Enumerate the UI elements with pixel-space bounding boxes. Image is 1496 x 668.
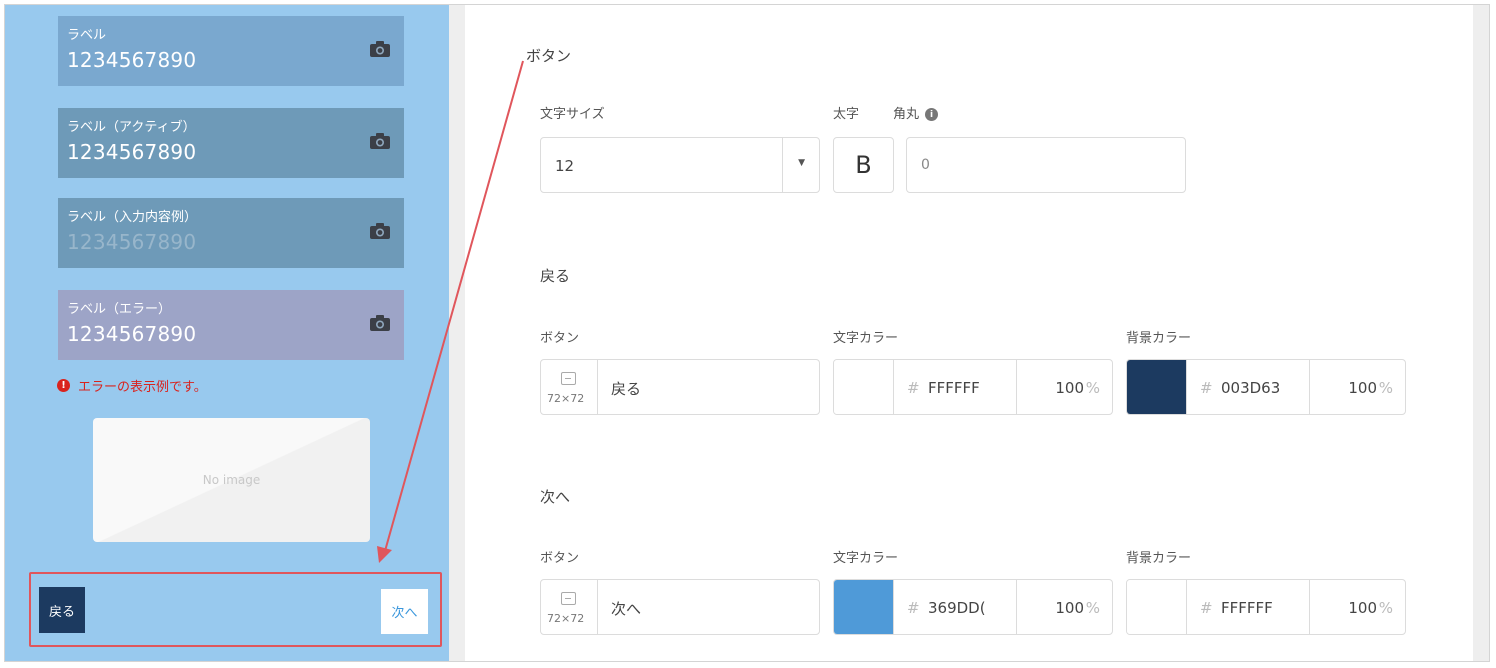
next-bg-color-label: 背景カラー xyxy=(1126,551,1192,566)
next-button-input[interactable]: 72×72 次へ xyxy=(540,579,820,635)
field-label: ラベル xyxy=(67,28,107,43)
field-value: 1234567890 xyxy=(67,322,197,346)
info-icon[interactable]: i xyxy=(925,108,939,121)
hex-value: FFFFFF xyxy=(928,379,980,397)
back-bg-color-input[interactable]: # 003D63 100 % xyxy=(1126,359,1406,415)
camera-icon[interactable] xyxy=(370,315,390,331)
preview-field-default[interactable]: ラベル 1234567890 xyxy=(58,16,404,86)
next-button-text: 次へ xyxy=(611,600,642,618)
select-divider xyxy=(782,138,783,192)
hex-value: FFFFFF xyxy=(1221,599,1273,617)
field-divider xyxy=(1309,580,1310,634)
no-image-placeholder: No image xyxy=(93,418,370,542)
field-value: 1234567890 xyxy=(67,230,197,254)
radius-input[interactable]: 0 xyxy=(906,137,1186,193)
camera-icon[interactable] xyxy=(370,223,390,239)
next-bg-color-input[interactable]: # FFFFFF 100 % xyxy=(1126,579,1406,635)
opacity-value: 100 xyxy=(1055,599,1084,617)
color-swatch[interactable] xyxy=(834,360,894,414)
error-message: ! エラーの表示例です。 xyxy=(57,376,207,395)
back-button-text: 戻る xyxy=(611,380,642,398)
percent-symbol: % xyxy=(1085,599,1100,617)
panel-divider xyxy=(449,5,465,661)
field-divider xyxy=(1016,580,1017,634)
image-upload-thumb[interactable]: 72×72 xyxy=(541,580,598,634)
no-image-text: No image xyxy=(202,473,261,487)
chevron-down-icon: ▼ xyxy=(798,158,805,168)
bold-label: 太字 xyxy=(833,107,860,122)
back-button-input[interactable]: 72×72 戻る xyxy=(540,359,820,415)
scrollbar-track[interactable] xyxy=(1473,5,1489,661)
percent-symbol: % xyxy=(1378,599,1393,617)
section-title-button: ボタン xyxy=(526,47,572,65)
color-swatch[interactable] xyxy=(1127,360,1187,414)
font-size-value: 12 xyxy=(555,157,575,175)
back-text-color-label: 文字カラー xyxy=(833,331,899,346)
back-button-label: ボタン xyxy=(540,331,580,346)
settings-panel: ボタン 文字サイズ 12 ▼ 太字 B 角丸 i 0 戻る ボタン 72×72 戻… xyxy=(465,5,1473,661)
next-text-color-input[interactable]: # 369DD( 100 % xyxy=(833,579,1113,635)
hash-symbol: # xyxy=(1200,379,1213,397)
percent-symbol: % xyxy=(1378,379,1393,397)
next-button[interactable]: 次へ xyxy=(381,589,428,634)
radius-label: 角丸 i xyxy=(893,103,939,122)
color-swatch[interactable] xyxy=(1127,580,1187,634)
camera-icon[interactable] xyxy=(370,133,390,149)
image-size-text: 72×72 xyxy=(547,392,585,405)
preview-field-error[interactable]: ラベル（エラー） 1234567890 xyxy=(58,290,404,360)
app-frame: ラベル 1234567890 ラベル（アクティブ） 1234567890 ラベル… xyxy=(4,4,1490,662)
hash-symbol: # xyxy=(907,379,920,397)
bold-toggle-button[interactable]: B xyxy=(833,137,894,193)
camera-icon[interactable] xyxy=(370,41,390,57)
image-size-text: 72×72 xyxy=(547,612,585,625)
preview-nav-highlight: 戻る 次へ xyxy=(29,572,442,647)
next-text-color-label: 文字カラー xyxy=(833,551,899,566)
preview-field-sample[interactable]: ラベル（入力内容例） 1234567890 xyxy=(58,198,404,268)
field-divider xyxy=(1016,360,1017,414)
next-button-label: ボタン xyxy=(540,551,580,566)
radius-label-text: 角丸 xyxy=(893,107,920,122)
opacity-value: 100 xyxy=(1055,379,1084,397)
preview-field-active[interactable]: ラベル（アクティブ） 1234567890 xyxy=(58,108,404,178)
error-text: エラーの表示例です。 xyxy=(78,380,207,395)
section-title-back: 戻る xyxy=(540,267,571,285)
image-upload-thumb[interactable]: 72×72 xyxy=(541,360,598,414)
field-value: 1234567890 xyxy=(67,48,197,72)
field-label: ラベル（アクティブ） xyxy=(67,120,196,135)
back-bg-color-label: 背景カラー xyxy=(1126,331,1192,346)
back-button[interactable]: 戻る xyxy=(39,587,85,633)
font-size-select[interactable]: 12 ▼ xyxy=(540,137,820,193)
field-label: ラベル（エラー） xyxy=(67,302,172,317)
hex-value: 369DD( xyxy=(928,599,986,617)
error-icon: ! xyxy=(57,379,70,392)
color-swatch[interactable] xyxy=(834,580,894,634)
back-text-color-input[interactable]: # FFFFFF 100 % xyxy=(833,359,1113,415)
field-divider xyxy=(1309,360,1310,414)
hex-value: 003D63 xyxy=(1221,379,1281,397)
opacity-value: 100 xyxy=(1348,599,1377,617)
image-icon xyxy=(561,372,576,385)
font-size-label: 文字サイズ xyxy=(540,107,605,122)
section-title-next: 次へ xyxy=(540,488,571,506)
field-label: ラベル（入力内容例） xyxy=(67,210,198,225)
image-icon xyxy=(561,592,576,605)
percent-symbol: % xyxy=(1085,379,1100,397)
opacity-value: 100 xyxy=(1348,379,1377,397)
field-value: 1234567890 xyxy=(67,140,197,164)
hash-symbol: # xyxy=(1200,599,1213,617)
hash-symbol: # xyxy=(907,599,920,617)
radius-value: 0 xyxy=(921,157,930,173)
preview-panel: ラベル 1234567890 ラベル（アクティブ） 1234567890 ラベル… xyxy=(5,5,449,661)
